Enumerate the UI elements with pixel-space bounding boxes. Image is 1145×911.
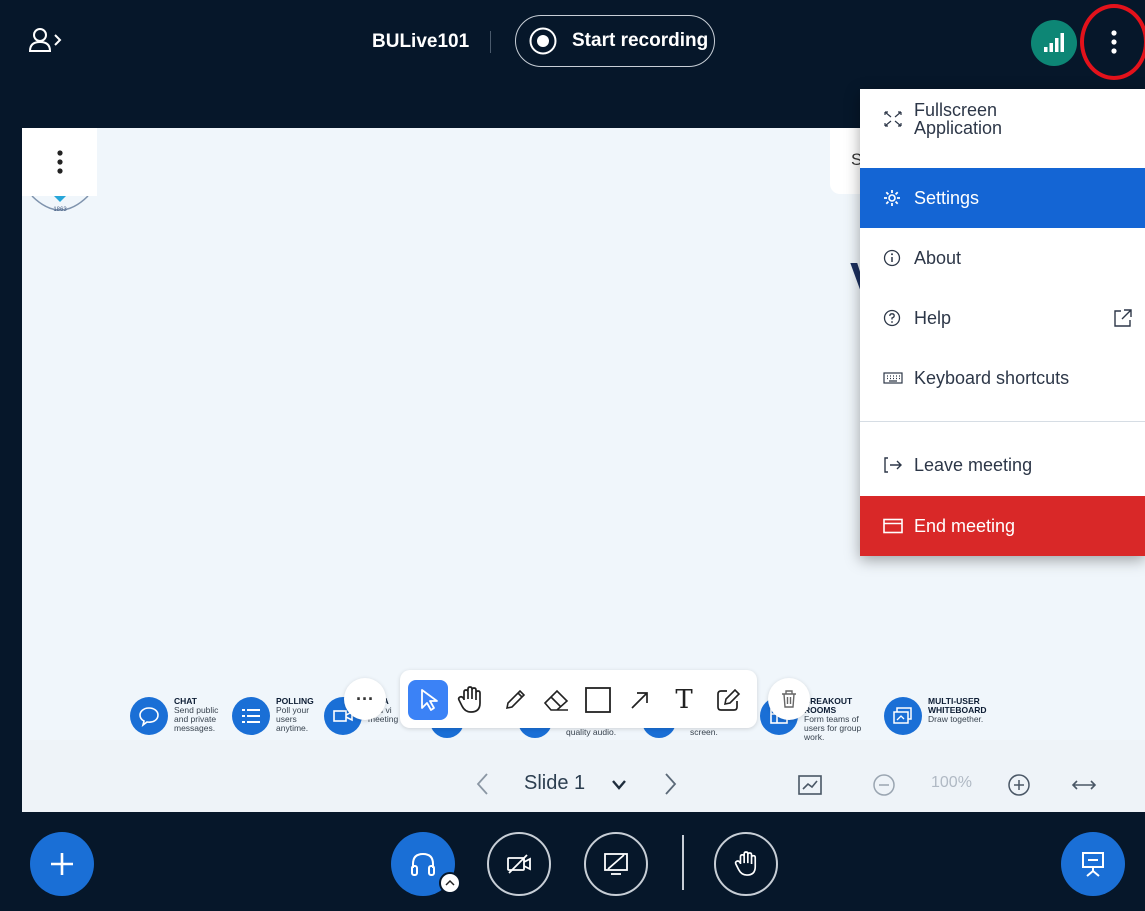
feature-desc: messages. <box>174 723 216 733</box>
bottom-bar-divider <box>682 835 684 890</box>
slide-selector[interactable]: Slide 1 <box>524 772 585 795</box>
feature-whiteboard: MULTI-USER WHITEBOARD Draw together. <box>884 697 987 735</box>
highlight-annotation-circle <box>1080 4 1145 80</box>
webcam-toggle-button[interactable] <box>487 832 551 896</box>
menu-item-label: Application <box>914 118 1003 138</box>
options-dropdown-menu: Fullscreen Application Settings About He… <box>860 89 1145 556</box>
chevron-left-icon <box>476 773 488 795</box>
video-off-icon <box>507 854 531 874</box>
chevron-right-icon <box>665 773 677 795</box>
presentation-icon <box>1082 852 1104 877</box>
fit-width-icon <box>1071 780 1097 790</box>
fullscreen-icon <box>883 110 905 128</box>
whiteboard-toolbar: T <box>400 670 757 728</box>
pencil-tool[interactable] <box>495 680 535 720</box>
eraser-icon <box>543 689 569 711</box>
menu-item-help[interactable]: Help <box>860 288 1145 348</box>
pan-tool[interactable] <box>450 680 490 720</box>
raise-hand-button[interactable] <box>714 832 778 896</box>
title-divider <box>490 31 491 53</box>
meeting-title: BULive101 <box>372 31 470 52</box>
hand-icon <box>457 686 481 713</box>
feature-screen-desc: screen. <box>690 727 718 737</box>
feature-desc: Draw together. <box>928 714 984 724</box>
menu-item-label: Settings <box>914 187 980 208</box>
chevron-down-icon <box>612 780 626 790</box>
menu-item-fullscreen[interactable]: Fullscreen Application <box>860 89 1145 149</box>
menu-item-about[interactable]: About <box>860 228 1145 288</box>
slide-selector-dropdown[interactable] <box>611 778 627 790</box>
menu-item-end-meeting[interactable]: End meeting <box>860 496 1145 556</box>
arrow-icon <box>631 692 648 709</box>
menu-item-label: End meeting <box>914 515 1016 536</box>
previous-slide-button[interactable] <box>473 771 493 797</box>
info-icon <box>883 249 905 267</box>
arrow-tool[interactable] <box>620 680 660 720</box>
trash-icon <box>782 690 796 708</box>
keyboard-icon <box>883 371 905 385</box>
hand-icon <box>734 851 757 876</box>
logout-icon <box>883 456 905 474</box>
sticky-note-tool[interactable] <box>708 680 748 720</box>
help-icon <box>883 309 905 327</box>
chevron-up-icon <box>445 879 455 886</box>
plus-circle-icon <box>1008 774 1030 796</box>
start-recording-label: Start recording <box>572 30 709 51</box>
connection-status-button[interactable] <box>1031 20 1077 66</box>
logo-year: 1863 <box>53 207 67 213</box>
screenshare-toggle-button[interactable] <box>584 832 648 896</box>
feature-audio-desc: quality audio. <box>566 727 617 737</box>
audio-options-button[interactable] <box>439 872 461 894</box>
presentation-snapshot-button[interactable] <box>797 773 823 797</box>
menu-item-label: Fullscreen <box>914 100 998 120</box>
screenshare-off-icon <box>604 853 628 875</box>
feature-chat: CHAT Send public and private messages. <box>130 697 218 735</box>
menu-item-label: Help <box>914 307 952 328</box>
menu-item-label: About <box>914 247 962 268</box>
menu-item-keyboard-shortcuts[interactable]: Keyboard shortcuts <box>860 348 1145 408</box>
fit-to-width-button[interactable] <box>1071 777 1097 793</box>
gear-icon <box>883 189 905 207</box>
actions-button[interactable] <box>30 832 94 896</box>
headphones-icon <box>411 852 435 876</box>
whiteboard-icon <box>884 697 922 735</box>
menu-item-label: Leave meeting <box>914 454 1033 475</box>
pencil-icon <box>505 689 526 710</box>
start-recording-button[interactable]: Start recording <box>515 15 715 67</box>
presentation-options-button[interactable] <box>22 128 97 196</box>
feature-desc: anytime. <box>276 723 309 733</box>
list-icon <box>232 697 270 735</box>
select-tool[interactable] <box>408 680 448 720</box>
rectangle-icon <box>585 687 611 713</box>
minus-circle-icon <box>873 774 895 796</box>
zoom-level: 100% <box>931 774 972 791</box>
chart-icon <box>798 775 822 795</box>
whiteboard-more-button[interactable]: ··· <box>344 678 386 720</box>
user-list-toggle[interactable] <box>28 26 64 54</box>
zoom-in-button[interactable] <box>1007 773 1031 797</box>
menu-item-leave-meeting[interactable]: Leave meeting <box>860 435 1145 495</box>
menu-item-settings[interactable]: Settings <box>860 168 1145 228</box>
text-tool[interactable]: T <box>664 680 704 720</box>
clear-annotations-button[interactable] <box>768 678 810 720</box>
signal-bars-icon <box>1044 33 1064 52</box>
menu-item-label: Keyboard shortcuts <box>914 367 1070 388</box>
university-logo: 1863 <box>30 195 90 216</box>
record-icon <box>529 27 557 55</box>
more-vertical-icon <box>56 150 63 174</box>
chat-icon <box>130 697 168 735</box>
note-edit-icon <box>717 688 741 711</box>
users-icon <box>28 28 62 52</box>
eraser-tool[interactable] <box>536 680 576 720</box>
feature-polling: POLLING Poll your users anytime. <box>232 697 314 735</box>
end-meeting-icon <box>883 518 905 534</box>
presentation-toggle-button[interactable] <box>1061 832 1125 896</box>
zoom-out-button[interactable] <box>872 773 896 797</box>
rectangle-tool[interactable] <box>578 680 618 720</box>
pointer-icon <box>421 689 438 711</box>
next-slide-button[interactable] <box>660 771 680 797</box>
external-link-icon <box>1113 308 1133 333</box>
plus-icon <box>51 853 73 875</box>
menu-separator <box>860 421 1145 422</box>
